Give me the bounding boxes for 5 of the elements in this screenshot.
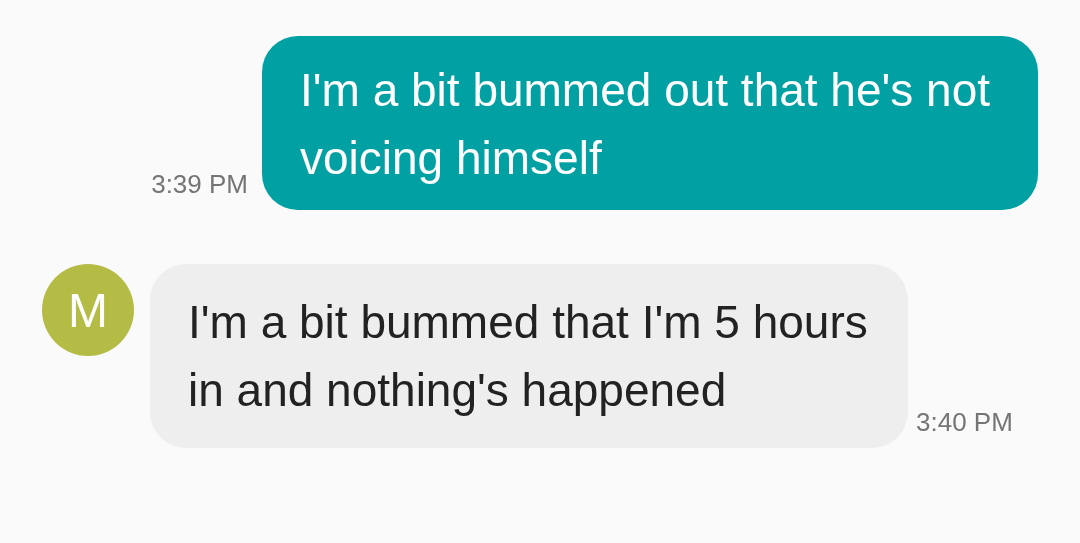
contact-avatar: M <box>42 264 134 356</box>
message-time: 3:39 PM <box>151 169 248 200</box>
received-message-bubble: I'm a bit bummed that I'm 5 hours in and nothing's happened <box>150 264 908 448</box>
sent-message-bubble: I'm a bit bummed out that he's not voicing himself <box>262 36 1038 210</box>
message-time: 3:40 PM <box>916 407 1013 438</box>
